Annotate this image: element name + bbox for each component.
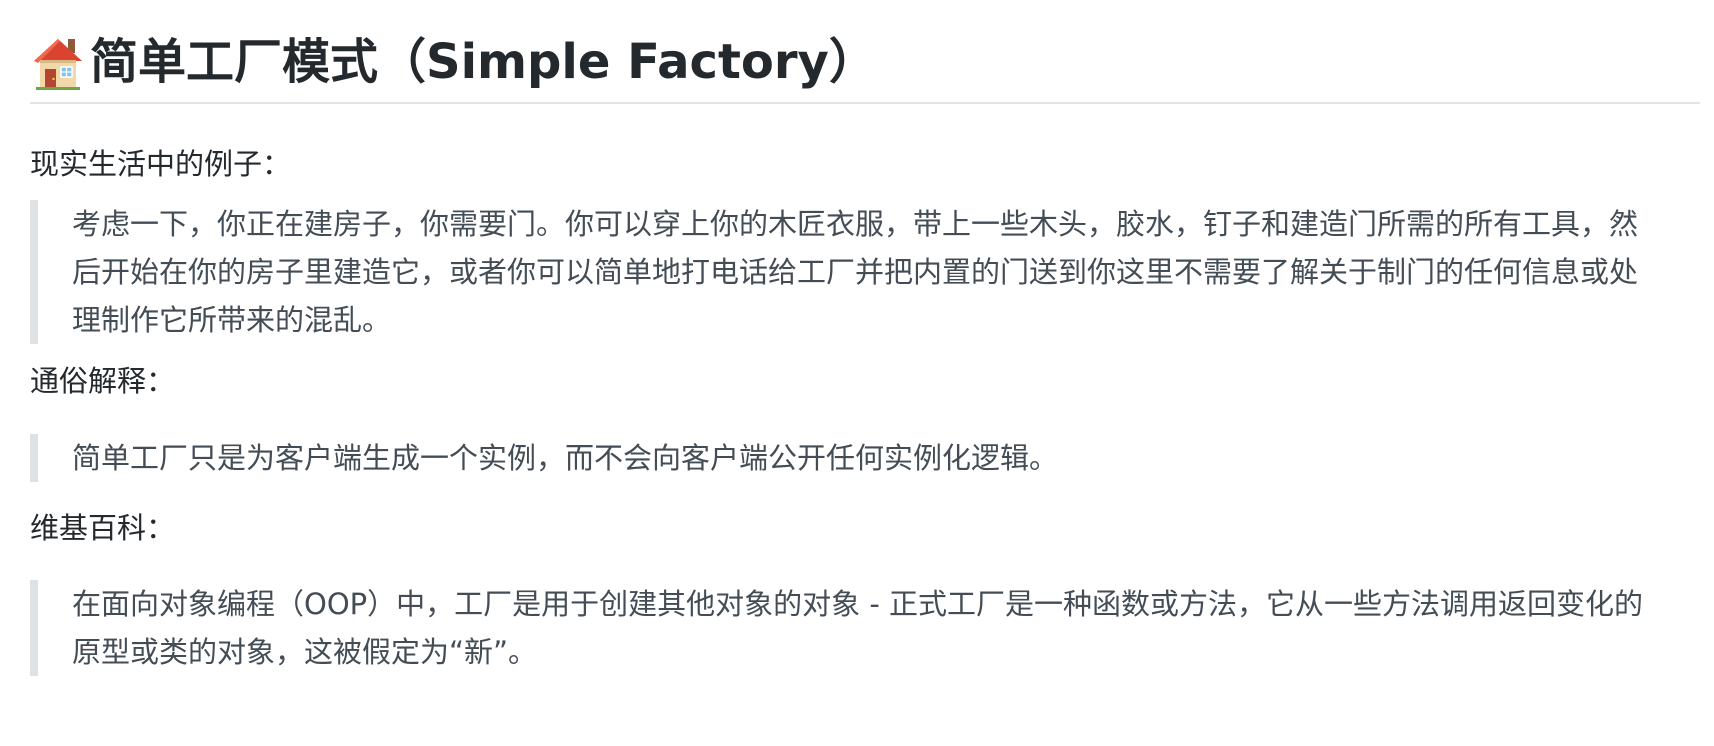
section-label-wikipedia: 维基百科： (30, 511, 176, 545)
quote-real-world: 考虑一下，你正在建房子，你需要门。你可以穿上你的木匠衣服，带上一些木头，胶水，钉… (30, 200, 1680, 344)
quote-text: 简单工厂只是为客户端生成一个实例，而不会向客户端公开任何实例化逻辑。 (72, 441, 1059, 475)
document-page: 简单工厂模式（Simple Factory） 现实生活中的例子： 考虑一下，你正… (0, 0, 1714, 746)
section-label-plain-words: 通俗解释： (30, 364, 176, 398)
page-heading: 简单工厂模式（Simple Factory） (30, 22, 1700, 104)
page-title: 简单工厂模式（Simple Factory） (90, 34, 877, 90)
quote-text: 考虑一下，你正在建房子，你需要门。你可以穿上你的木匠衣服，带上一些木头，胶水，钉… (72, 207, 1639, 337)
quote-text: 在面向对象编程（OOP）中，工厂是用于创建其他对象的对象 - 正式工厂是一种函数… (72, 587, 1644, 669)
section-label-real-world: 现实生活中的例子： (30, 147, 292, 181)
house-icon (30, 33, 86, 91)
quote-plain-words: 简单工厂只是为客户端生成一个实例，而不会向客户端公开任何实例化逻辑。 (30, 434, 1680, 482)
quote-wikipedia: 在面向对象编程（OOP）中，工厂是用于创建其他对象的对象 - 正式工厂是一种函数… (30, 580, 1680, 676)
